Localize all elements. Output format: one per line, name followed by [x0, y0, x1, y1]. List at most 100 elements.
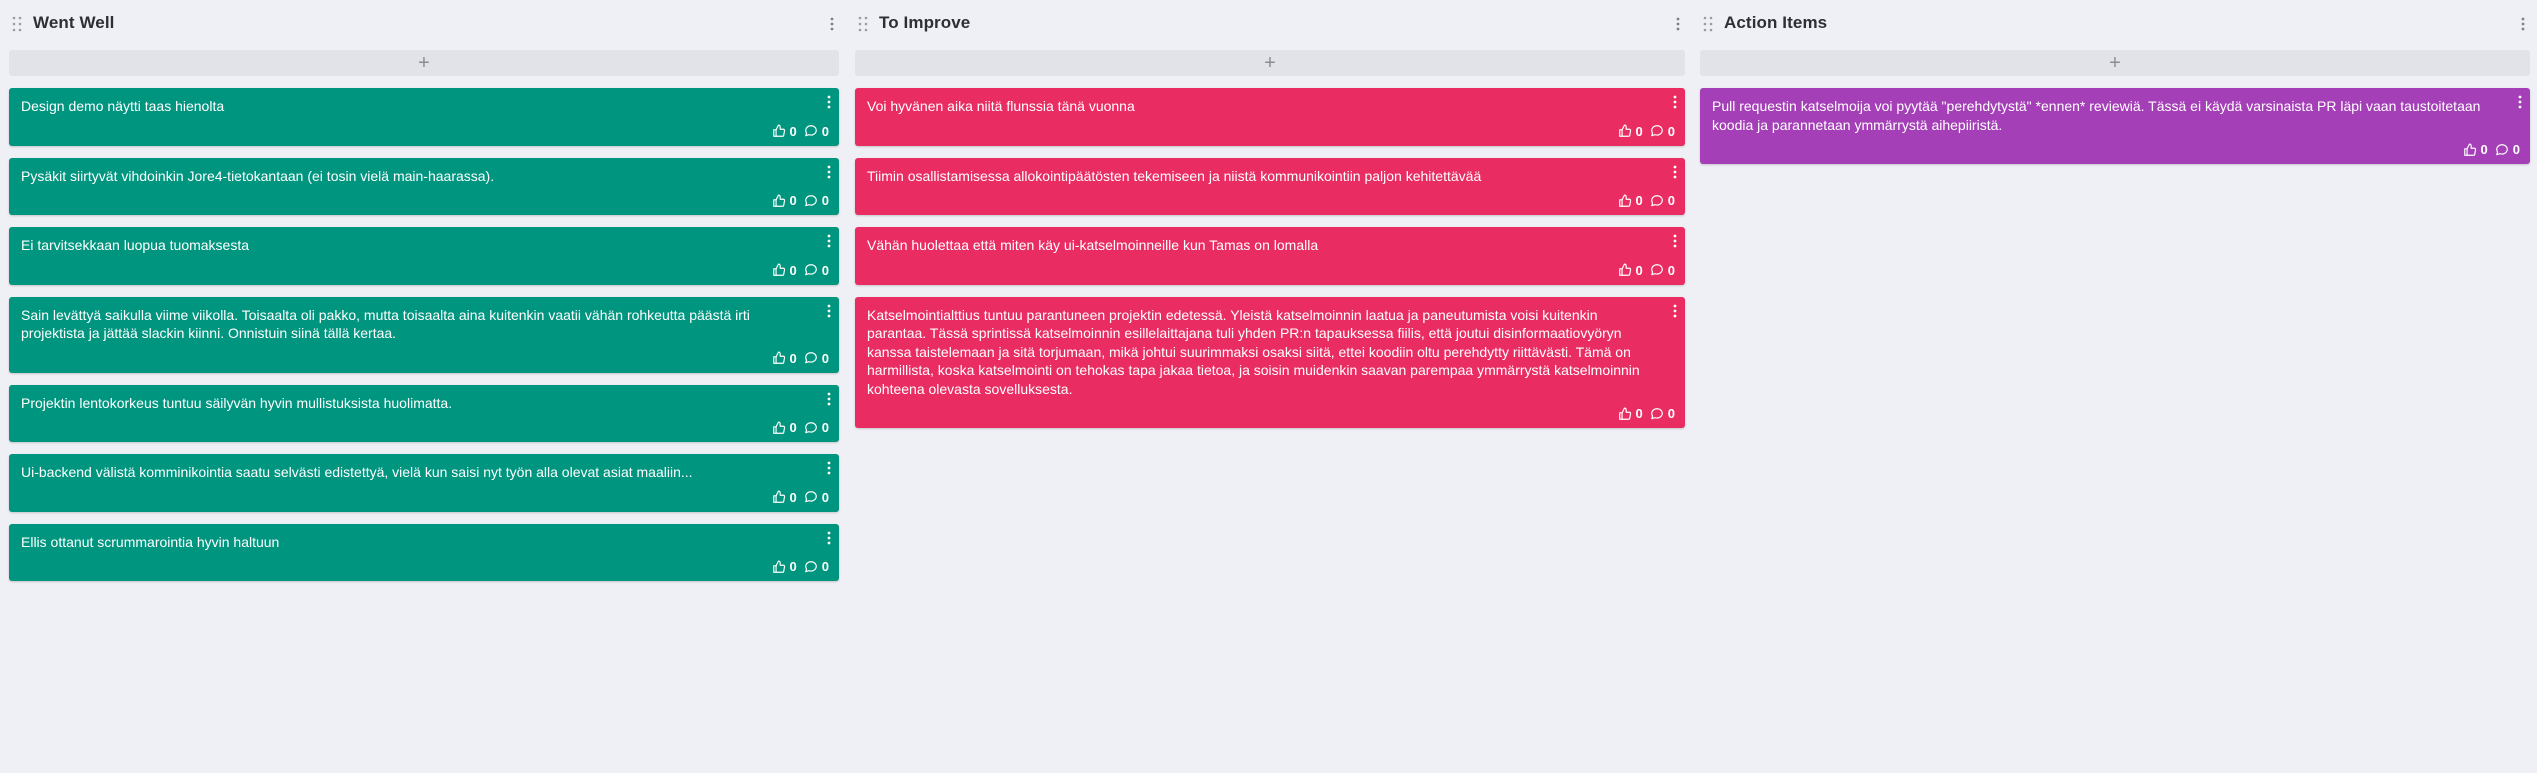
like-button[interactable]: 0: [772, 263, 797, 278]
comment-button[interactable]: 0: [804, 193, 829, 208]
comment-button[interactable]: 0: [2495, 142, 2520, 157]
retro-card[interactable]: Voi hyvänen aika niitä flunssia tänä vuo…: [855, 88, 1685, 146]
card-footer: 00: [772, 193, 829, 208]
drag-handle-icon[interactable]: [1703, 16, 1713, 32]
card-menu-icon[interactable]: [826, 391, 832, 405]
retro-card[interactable]: Design demo näytti taas hienolta 0 0: [9, 88, 839, 146]
like-count: 0: [2480, 142, 2488, 157]
card-menu-icon[interactable]: [1672, 164, 1678, 178]
comment-button[interactable]: 0: [804, 420, 829, 435]
comment-count: 0: [821, 489, 829, 505]
card-text: Ellis ottanut scrummarointia hyvin haltu…: [21, 533, 280, 550]
like-button[interactable]: 0: [772, 559, 797, 574]
add-card-button[interactable]: +: [1700, 50, 2530, 76]
retro-card[interactable]: Vähän huolettaa että miten käy ui-katsel…: [855, 227, 1685, 285]
column-header: Went Well: [9, 0, 839, 48]
comment-icon: [804, 351, 818, 365]
like-button[interactable]: 0: [1618, 406, 1643, 421]
card-menu-icon[interactable]: [826, 164, 832, 178]
comment-count: 0: [1667, 262, 1675, 278]
like-count: 0: [1635, 262, 1643, 278]
comment-count: 0: [821, 420, 829, 435]
comment-button[interactable]: 0: [804, 124, 829, 139]
comment-icon: [2495, 143, 2509, 157]
comment-count: 0: [821, 262, 829, 278]
thumbs-up-icon: [1618, 194, 1632, 208]
card-footer: 00: [1618, 124, 1675, 139]
retro-card[interactable]: Ellis ottanut scrummarointia hyvin haltu…: [9, 523, 839, 581]
comment-icon: [1650, 407, 1664, 421]
card-footer: 00: [1618, 263, 1675, 278]
column-went-well: Went Well + Design demo näytti taas hienol…: [9, 0, 839, 581]
thumbs-up-icon: [772, 421, 786, 435]
column-menu-icon[interactable]: [1675, 16, 1681, 32]
retro-card[interactable]: Projektin lentokorkeus tuntuu säilyvän h…: [9, 384, 839, 442]
column-menu-icon[interactable]: [2520, 16, 2526, 32]
card-menu-icon[interactable]: [826, 303, 832, 317]
retro-card[interactable]: Tiimin osallistamisessa allokointipäätös…: [855, 157, 1685, 215]
retro-card[interactable]: Katselmointialttius tuntuu parantuneen p…: [855, 296, 1685, 428]
like-button[interactable]: 0: [2463, 142, 2488, 157]
add-card-button[interactable]: +: [9, 50, 839, 76]
comment-button[interactable]: 0: [804, 559, 829, 574]
like-count: 0: [789, 420, 797, 435]
thumbs-up-icon: [1618, 407, 1632, 421]
retro-card[interactable]: Pysäkit siirtyvät vihdoinkin Jore4-tieto…: [9, 157, 839, 215]
comment-count: 0: [1667, 193, 1675, 208]
card-menu-icon[interactable]: [826, 233, 832, 248]
add-card-button[interactable]: +: [855, 50, 1685, 76]
comment-button[interactable]: 0: [1650, 124, 1675, 139]
like-button[interactable]: 0: [772, 420, 797, 435]
card-footer: 00: [1618, 193, 1675, 208]
comment-button[interactable]: 0: [804, 351, 829, 366]
card-list: Voi hyvänen aika niitä flunssia tänä vuo…: [855, 88, 1685, 440]
card-text: Design demo näytti taas hienolta: [21, 98, 225, 114]
like-button[interactable]: 0: [1618, 263, 1643, 278]
like-button[interactable]: 0: [1618, 124, 1643, 139]
like-button[interactable]: 0: [772, 193, 797, 208]
drag-handle-icon[interactable]: [12, 16, 22, 32]
like-count: 0: [789, 262, 797, 278]
retro-card[interactable]: Ui-backend välistä komminikointia saatu …: [9, 454, 839, 512]
comment-icon: [804, 194, 818, 208]
retro-card[interactable]: Pull requestin katselmoija voi pyytää "p…: [1700, 88, 2530, 164]
card-footer: 00: [1618, 406, 1675, 421]
retro-card[interactable]: Ei tarvitsekkaan luopua tuomaksesta 0 0: [9, 227, 839, 285]
card-text: Pull requestin katselmoija voi pyytää "p…: [1712, 98, 2485, 133]
comment-button[interactable]: 0: [804, 490, 829, 505]
card-menu-icon[interactable]: [1672, 303, 1678, 317]
like-button[interactable]: 0: [1618, 193, 1643, 208]
thumbs-up-icon: [772, 490, 786, 504]
comment-button[interactable]: 0: [1650, 193, 1675, 208]
thumbs-up-icon: [2463, 143, 2477, 157]
thumbs-up-icon: [772, 351, 786, 365]
comment-button[interactable]: 0: [1650, 263, 1675, 278]
comment-count: 0: [821, 123, 829, 139]
card-menu-icon[interactable]: [1672, 233, 1678, 248]
column-header: To Improve: [855, 0, 1685, 48]
like-count: 0: [1635, 123, 1643, 139]
thumbs-up-icon: [1618, 263, 1632, 277]
like-button[interactable]: 0: [772, 351, 797, 366]
card-text: Katselmointialttius tuntuu parantuneen p…: [867, 306, 1644, 397]
card-footer: 00: [772, 263, 829, 278]
comment-icon: [804, 421, 818, 435]
like-count: 0: [789, 350, 797, 366]
retro-card[interactable]: Sain levättyä saikulla viime viikolla. T…: [9, 296, 839, 373]
drag-handle-icon[interactable]: [858, 16, 868, 32]
card-menu-icon[interactable]: [2517, 94, 2523, 109]
comment-button[interactable]: 0: [1650, 406, 1675, 421]
comment-icon: [1650, 263, 1664, 277]
card-menu-icon[interactable]: [1672, 94, 1678, 109]
card-menu-icon[interactable]: [826, 460, 832, 475]
column-menu-icon[interactable]: [829, 16, 835, 32]
column-to-improve: To Improve + Voi hyvänen aika niitä flunss…: [855, 0, 1685, 428]
card-footer: 00: [772, 124, 829, 139]
comment-button[interactable]: 0: [804, 263, 829, 278]
like-button[interactable]: 0: [772, 124, 797, 139]
card-menu-icon[interactable]: [826, 530, 832, 544]
like-button[interactable]: 0: [772, 490, 797, 505]
card-list: Design demo näytti taas hienolta 0 0 Pysäki…: [9, 88, 839, 593]
comment-icon: [804, 263, 818, 277]
card-menu-icon[interactable]: [826, 94, 832, 109]
